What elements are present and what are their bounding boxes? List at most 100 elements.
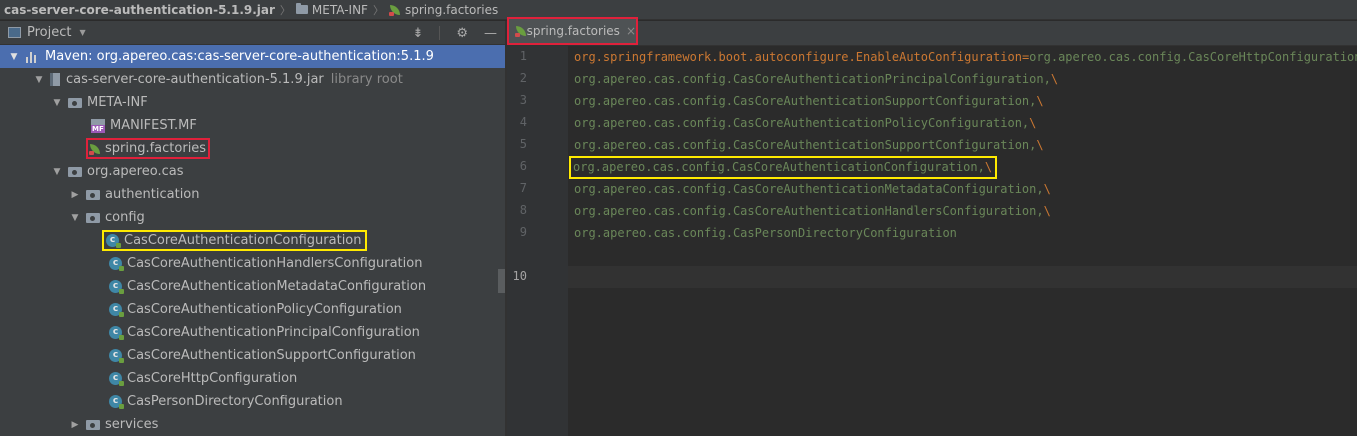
editor-area: spring.factories × 1 2 3 4 5 6 7 8 9 10 … (507, 17, 1357, 436)
class-icon: c (109, 349, 124, 363)
breadcrumb: cas-server-core-authentication-5.1.9.jar… (0, 0, 1357, 20)
project-icon (8, 27, 21, 38)
tree-item-label: CasCoreAuthenticationMetadataConfigurati… (127, 279, 427, 294)
manifest-file-icon: MF (91, 118, 105, 133)
gear-icon[interactable]: ⚙ (456, 26, 468, 41)
line-number: 5 (519, 137, 527, 151)
project-view-selector[interactable]: Project (27, 25, 71, 40)
tree-item-org-apereo-cas[interactable]: ▼ org.apereo.cas (0, 160, 505, 183)
line-number: 7 (519, 181, 527, 195)
library-root-label: library root (330, 72, 403, 87)
tree-item-class[interactable]: c CasCoreAuthenticationSupportConfigurat… (0, 344, 505, 367)
breadcrumb-file[interactable]: spring.factories (388, 2, 499, 17)
property-value: org.apereo.cas.config.CasCoreAuthenticat… (574, 182, 1044, 196)
line-number: 4 (519, 115, 527, 129)
breadcrumb-separator: 〉 (279, 3, 291, 17)
project-panel: Project ▼ ⇟ ⚙ — ▼ Maven: org.apereo.cas:… (0, 21, 505, 436)
tree-item-label: CasCoreAuthenticationSupportConfiguratio… (127, 348, 416, 363)
tab-spring-factories[interactable]: spring.factories × (507, 17, 638, 45)
breadcrumb-meta-inf[interactable]: META-INF (295, 3, 368, 17)
code-line: org.apereo.cas.config.CasCoreAuthenticat… (574, 112, 1036, 134)
code-line: org.apereo.cas.config.CasCoreAuthenticat… (574, 134, 1044, 156)
expand-arrow-icon[interactable]: ▼ (51, 167, 63, 177)
jar-icon (50, 73, 60, 86)
tree-item-label: META-INF (87, 95, 148, 110)
line-number: 10 (512, 269, 527, 283)
chevron-down-icon[interactable]: ▼ (79, 28, 85, 37)
line-continuation: \ (1043, 204, 1051, 218)
tree-item-label: CasCoreAuthenticationConfiguration (124, 233, 362, 248)
tree-item-label: CasCoreAuthenticationPolicyConfiguration (127, 302, 402, 317)
tree-item-class[interactable]: c CasCoreAuthenticationHandlersConfigura… (0, 252, 505, 275)
tree-item-config[interactable]: ▼ config (0, 206, 505, 229)
close-icon[interactable]: × (626, 24, 636, 38)
breadcrumb-separator: 〉 (372, 3, 384, 17)
code-editor[interactable]: org.springframework.boot.autoconfigure.E… (568, 46, 1357, 436)
tree-item-services[interactable]: ▶ services (0, 413, 505, 436)
code-line: org.apereo.cas.config.CasCoreAuthenticat… (574, 68, 1058, 90)
folder-icon (68, 97, 82, 108)
property-value: org.apereo.cas.config.CasCoreAuthenticat… (574, 138, 1037, 152)
tree-item-meta-inf[interactable]: ▼ META-INF (0, 91, 505, 114)
property-value: org.apereo.cas.config.CasPersonDirectory… (574, 226, 957, 240)
property-value: org.apereo.cas.config.CasCoreAuthenticat… (573, 160, 985, 174)
maven-library-icon (25, 51, 39, 63)
collapse-icon[interactable]: ⇟ (412, 26, 423, 41)
line-continuation: \ (1029, 116, 1037, 130)
project-panel-header: Project ▼ ⇟ ⚙ — (0, 21, 505, 45)
tree-item-manifest[interactable]: MF MANIFEST.MF (0, 114, 505, 137)
tree-item-authentication[interactable]: ▶ authentication (0, 183, 505, 206)
expand-arrow-icon[interactable]: ▼ (8, 52, 20, 62)
expand-arrow-icon[interactable]: ▼ (33, 75, 45, 85)
expand-arrow-icon[interactable]: ▼ (51, 98, 63, 108)
line-continuation: \ (1036, 138, 1044, 152)
collapsed-arrow-icon[interactable]: ▶ (69, 420, 81, 430)
code-line: org.springframework.boot.autoconfigure.E… (574, 46, 1357, 68)
tree-item-label: Maven: org.apereo.cas:cas-server-core-au… (45, 49, 434, 64)
tree-item-label: spring.factories (105, 141, 207, 156)
tree-item-class[interactable]: c CasCoreAuthenticationMetadataConfigura… (0, 275, 505, 298)
tree-item-label: MANIFEST.MF (110, 118, 197, 133)
minimize-icon[interactable]: — (484, 26, 497, 41)
package-icon (86, 419, 100, 430)
tree-item-label: org.apereo.cas (87, 164, 184, 179)
editor-tab-bar: spring.factories × (507, 17, 1357, 46)
tree-scrollbar-thumb[interactable] (498, 269, 505, 293)
red-highlight-box: spring.factories (86, 138, 211, 159)
code-line: org.apereo.cas.config.CasCoreAuthenticat… (569, 155, 998, 179)
tree-item-label: config (105, 210, 145, 225)
breadcrumb-file-label: spring.factories (404, 2, 499, 17)
tree-item-class[interactable]: c CasCoreAuthenticationPolicyConfigurati… (0, 298, 505, 321)
spring-leaf-icon (89, 143, 101, 155)
tree-item-spring-factories[interactable]: spring.factories (0, 137, 505, 160)
tab-label: spring.factories (526, 24, 620, 38)
tree-item-label: cas-server-core-authentication-5.1.9.jar (66, 72, 324, 87)
code-line: org.apereo.cas.config.CasCoreAuthenticat… (574, 178, 1051, 200)
class-icon: c (109, 303, 124, 317)
tree-item-label: authentication (105, 187, 200, 202)
class-icon: c (109, 326, 124, 340)
line-number: 2 (519, 71, 527, 85)
tree-item-label: CasPersonDirectoryConfiguration (127, 394, 343, 409)
line-number: 8 (519, 203, 527, 217)
yellow-highlight-box: org.apereo.cas.config.CasCoreAuthenticat… (569, 155, 998, 179)
spring-leaf-icon (388, 4, 401, 16)
tree-item-label: CasCoreAuthenticationPrincipalConfigurat… (127, 325, 420, 340)
class-icon: c (109, 372, 124, 386)
tree-item-cas-core-authentication-configuration[interactable]: c CasCoreAuthenticationConfiguration (0, 229, 505, 252)
panel-toolbar: ⇟ ⚙ — (412, 21, 497, 45)
yellow-highlight-box: c CasCoreAuthenticationConfiguration (102, 230, 367, 251)
tree-item-class[interactable]: c CasCoreAuthenticationPrincipalConfigur… (0, 321, 505, 344)
property-value: org.apereo.cas.config.CasCoreAuthenticat… (574, 116, 1030, 130)
property-value: org.apereo.cas.config.CasCoreAuthenticat… (574, 204, 1044, 218)
tree-item-jar[interactable]: ▼ cas-server-core-authentication-5.1.9.j… (0, 68, 505, 91)
collapsed-arrow-icon[interactable]: ▶ (69, 190, 81, 200)
line-continuation: \ (1043, 182, 1051, 196)
line-number: 6 (519, 159, 527, 173)
tree-item-class[interactable]: c CasPersonDirectoryConfiguration (0, 390, 505, 413)
tree-item-label: CasCoreAuthenticationHandlersConfigurati… (127, 256, 423, 271)
breadcrumb-jar[interactable]: cas-server-core-authentication-5.1.9.jar (4, 3, 275, 17)
tree-item-class[interactable]: c CasCoreHttpConfiguration (0, 367, 505, 390)
expand-arrow-icon[interactable]: ▼ (69, 213, 81, 223)
tree-item-maven-library[interactable]: ▼ Maven: org.apereo.cas:cas-server-core-… (0, 45, 505, 68)
